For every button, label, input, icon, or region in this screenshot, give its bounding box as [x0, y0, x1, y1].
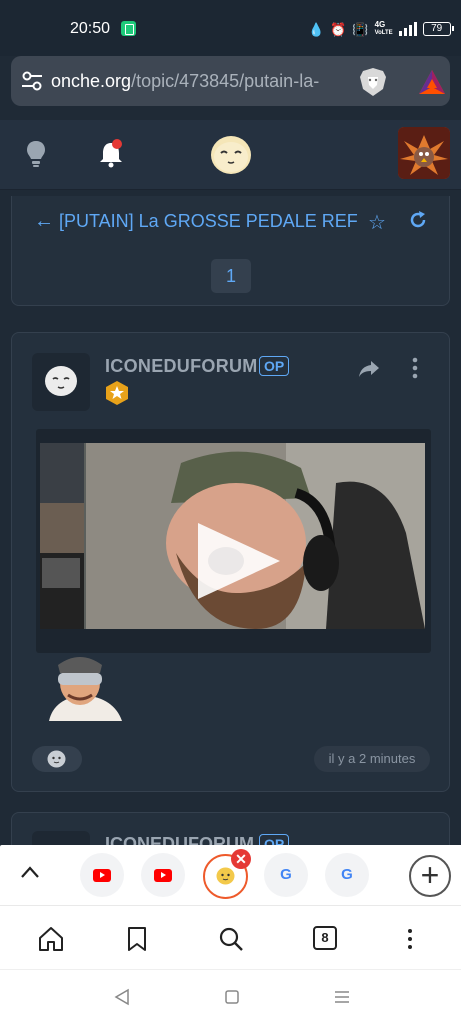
system-navigation-bar — [0, 969, 461, 1024]
back-arrow-icon[interactable]: ← — [34, 210, 54, 233]
rank-star-badge-icon — [106, 381, 128, 405]
play-icon[interactable] — [198, 523, 280, 599]
notification-dot — [112, 139, 122, 149]
youtube-icon — [154, 869, 172, 882]
youtube-icon — [93, 869, 111, 882]
brave-shields-icon[interactable] — [359, 67, 387, 97]
user-avatar[interactable] — [398, 127, 450, 179]
author-avatar[interactable] — [32, 353, 90, 411]
post-timestamp: il y a 2 minutes — [314, 746, 430, 772]
bookmark-icon[interactable] — [124, 926, 150, 952]
author-face-icon — [45, 366, 77, 396]
address-bar[interactable]: onche.org/topic/473845/putain-la- — [11, 56, 450, 106]
tab-google-2[interactable]: G — [325, 853, 369, 897]
topic-header: ← [PUTAIN] La GROSSE PEDALE REF ☆ 1 — [11, 196, 450, 306]
reaction-button[interactable] — [32, 746, 82, 772]
system-back-icon[interactable] — [113, 988, 131, 1006]
op-badge: OP — [259, 356, 290, 376]
home-icon[interactable] — [38, 926, 64, 952]
favorite-star-icon[interactable]: ☆ — [368, 210, 386, 235]
chevron-up-icon[interactable] — [20, 865, 40, 879]
status-time: 20:50 — [70, 20, 111, 37]
url-domain: onche.org — [51, 71, 132, 91]
refresh-icon[interactable] — [408, 210, 428, 230]
tabs-count-button[interactable]: 8 — [313, 926, 337, 950]
battery-icon: 79 — [422, 22, 454, 36]
turkey-avatar-icon — [398, 127, 450, 179]
tab-youtube-1[interactable] — [80, 853, 124, 897]
url-text[interactable]: onche.org/topic/473845/putain-la- — [51, 71, 347, 92]
post-card: ICONEDUFORUM OP il y a 2 minutes — [11, 332, 450, 792]
vibrate-icon: 📳 — [352, 21, 369, 37]
signal-icon — [398, 22, 417, 36]
onche-face-icon — [216, 867, 235, 885]
water-drop-icon: 💧 — [308, 21, 325, 37]
page-number-button[interactable]: 1 — [211, 259, 251, 293]
lightbulb-icon[interactable] — [26, 140, 46, 168]
share-icon[interactable] — [358, 360, 380, 378]
tab-strip: ✕ G G + — [0, 845, 461, 905]
network-indicator: 4G VoLTE — [375, 21, 393, 37]
reaction-face-icon — [47, 750, 66, 768]
browser-menu-icon[interactable] — [408, 928, 412, 950]
google-icon: G — [280, 866, 292, 883]
brave-rewards-icon[interactable] — [418, 69, 446, 95]
url-path: /topic/473845/putain-la- — [131, 71, 320, 91]
status-icons: 💧 ⏰ 📳 4G VoLTE 79 — [308, 19, 454, 39]
volte-label: VoLTE — [374, 30, 393, 36]
browser-toolbar: 8 — [0, 905, 461, 969]
site-settings-icon[interactable] — [21, 71, 43, 91]
tab-google-1[interactable]: G — [264, 853, 308, 897]
topic-title[interactable]: [PUTAIN] La GROSSE PEDALE REF — [59, 211, 359, 232]
app-notification-icon — [121, 21, 136, 36]
network-type: 4G — [374, 20, 386, 29]
new-tab-plus-icon[interactable]: + — [409, 855, 451, 897]
onche-logo-icon[interactable] — [210, 135, 252, 175]
status-bar: 20:50 💧 ⏰ 📳 4G VoLTE 79 — [0, 0, 461, 56]
system-home-icon[interactable] — [223, 988, 241, 1006]
tab-close-icon[interactable]: ✕ — [231, 849, 251, 869]
video-thumbnail — [40, 443, 425, 629]
sticker-image — [44, 653, 124, 721]
video-embed[interactable] — [36, 429, 431, 653]
tab-youtube-2[interactable] — [141, 853, 185, 897]
alarm-icon: ⏰ — [330, 21, 347, 37]
video-inset-panel — [40, 443, 84, 629]
system-recents-icon[interactable] — [333, 988, 351, 1006]
search-icon[interactable] — [218, 926, 244, 952]
post-more-options-icon[interactable] — [412, 357, 418, 379]
post-author-name[interactable]: ICONEDUFORUM — [105, 356, 258, 377]
google-icon: G — [341, 866, 353, 883]
